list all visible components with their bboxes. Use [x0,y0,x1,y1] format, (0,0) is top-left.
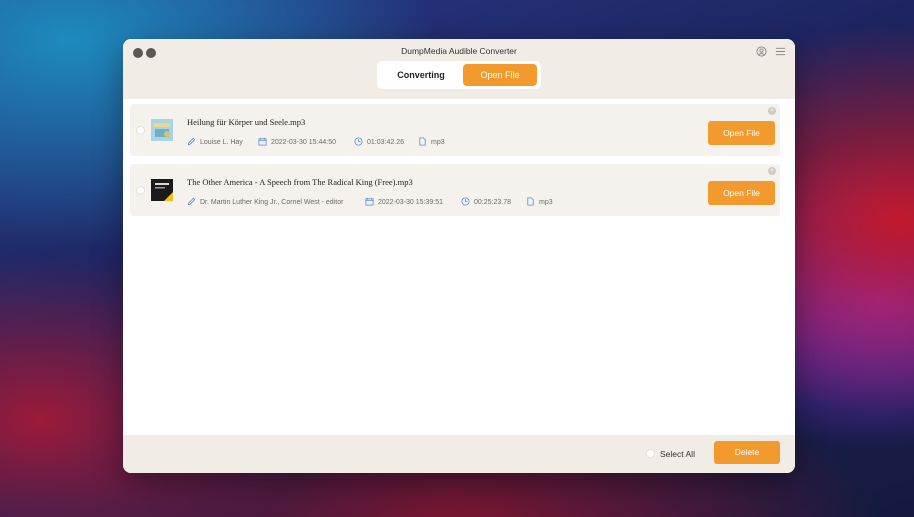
date-text: 2022-03-30 15:39:51 [378,199,443,206]
remove-item-icon[interactable]: × [768,167,776,175]
file-name: The Other America - A Speech from The Ra… [187,177,413,187]
converted-file-list: Heilung für Körper und Seele.mp3 Louise … [123,99,795,435]
format-meta: mp3 [526,197,553,206]
author-text: Dr. Martin Luther King Jr., Cornel West … [200,199,344,206]
tab-converting[interactable]: Converting [381,64,461,86]
pen-icon [187,137,196,146]
date-meta: 2022-03-30 15:44:50 [258,137,336,146]
user-icon[interactable] [756,44,767,57]
remove-item-icon[interactable]: × [768,107,776,115]
title-bar: DumpMedia Audible Converter Converting O… [123,39,795,99]
window-title: DumpMedia Audible Converter [401,46,517,56]
format-meta: mp3 [418,137,445,146]
item-checkbox[interactable] [136,186,145,195]
author-meta: Dr. Martin Luther King Jr., Cornel West … [187,197,343,206]
delete-button[interactable]: Delete [714,441,780,464]
date-text: 2022-03-30 15:44:50 [271,139,336,146]
duration-text: 00:25:23.78 [474,199,511,206]
calendar-icon [258,137,267,146]
book-cover [151,179,173,201]
book-cover [151,119,173,141]
tab-open-file[interactable]: Open File [463,64,537,86]
pen-icon [187,197,196,206]
clock-icon [354,137,363,146]
app-window: DumpMedia Audible Converter Converting O… [123,39,795,473]
file-icon [527,197,534,206]
format-text: mp3 [539,199,553,206]
select-all-label[interactable]: Select All [660,449,695,459]
author-text: Louise L. Hay [200,139,243,146]
view-switcher: Converting Open File [377,61,541,89]
list-item: The Other America - A Speech from The Ra… [130,164,780,216]
open-file-button[interactable]: Open File [708,121,775,145]
select-all-checkbox[interactable] [646,449,655,458]
duration-meta: 01:03:42.26 [354,137,404,146]
calendar-icon [365,197,374,206]
date-meta: 2022-03-30 15:39:51 [365,197,443,206]
open-file-button[interactable]: Open File [708,181,775,205]
footer-bar: Select All Delete [123,435,795,473]
duration-text: 01:03:42.26 [367,139,404,146]
file-icon [419,137,426,146]
format-text: mp3 [431,139,445,146]
list-item: Heilung für Körper und Seele.mp3 Louise … [130,104,780,156]
author-meta: Louise L. Hay [187,137,243,146]
menu-icon[interactable] [775,44,786,56]
duration-meta: 00:25:23.78 [461,197,511,206]
file-name: Heilung für Körper und Seele.mp3 [187,117,306,127]
item-checkbox[interactable] [136,126,145,135]
clock-icon [461,197,470,206]
